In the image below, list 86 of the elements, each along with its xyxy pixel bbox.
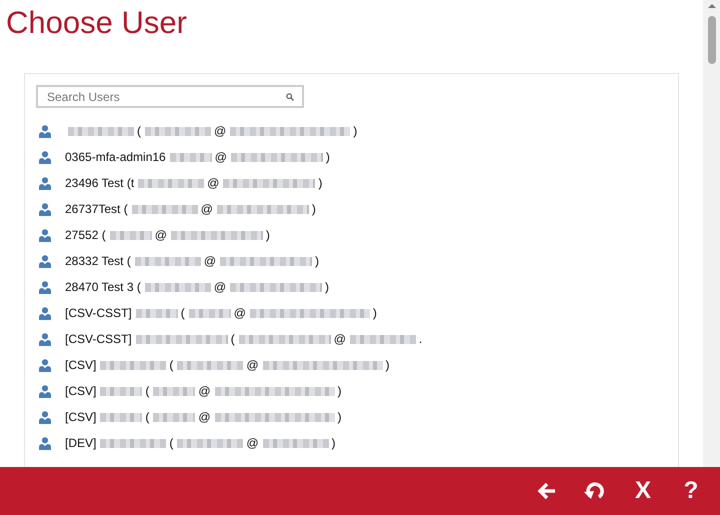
user-text[interactable]: 26737Test ( <box>65 202 128 216</box>
user-text[interactable]: ) <box>332 436 336 450</box>
user-text[interactable]: @ <box>198 384 211 398</box>
user-text[interactable]: @ <box>334 332 346 346</box>
user-text[interactable]: [CSV] <box>65 410 96 424</box>
user-icon <box>39 150 51 164</box>
user-text[interactable]: ( <box>145 410 150 424</box>
user-text[interactable]: @ <box>214 280 226 294</box>
undo-icon <box>583 481 607 501</box>
user-icon <box>39 358 51 372</box>
user-text[interactable]: @ <box>207 176 220 190</box>
user-text[interactable]: @ <box>234 306 246 320</box>
user-text[interactable]: @ <box>214 150 227 164</box>
user-text[interactable]: @ <box>154 228 167 242</box>
user-text[interactable]: ( <box>137 124 141 138</box>
user-text[interactable]: [CSV-CSST] <box>65 332 132 346</box>
redacted-text <box>100 386 142 396</box>
user-text[interactable]: @ <box>214 124 226 138</box>
user-text[interactable]: [DEV] <box>65 436 96 450</box>
redacted-text <box>153 412 196 422</box>
user-icon <box>39 228 51 242</box>
user-text[interactable]: . <box>418 332 422 346</box>
user-text[interactable]: 0365-mfa-admin16 <box>65 150 166 164</box>
back-arrow-icon <box>537 482 557 500</box>
user-text[interactable]: [CSV-CSST] <box>65 306 132 320</box>
redacted-text <box>188 308 231 318</box>
user-text[interactable]: @ <box>200 202 213 216</box>
page-title: Choose User <box>6 5 187 41</box>
redacted-text <box>177 438 244 448</box>
user-text[interactable]: ) <box>315 254 320 268</box>
user-text[interactable]: [CSV] <box>65 358 96 372</box>
user-text[interactable]: ) <box>338 384 342 398</box>
redacted-text <box>100 360 166 370</box>
user-icon <box>39 332 51 346</box>
redacted-text <box>100 438 166 448</box>
redacted-text <box>177 360 244 370</box>
user-icon <box>39 124 51 138</box>
footer-button[interactable]: X <box>626 474 660 508</box>
redacted-text <box>350 334 416 344</box>
redacted-text <box>170 152 212 162</box>
search-icon <box>286 93 294 101</box>
user-text[interactable]: ( <box>169 358 174 372</box>
user-icon <box>39 202 51 216</box>
user-text[interactable]: ) <box>338 410 342 424</box>
user-text[interactable]: ) <box>386 358 390 372</box>
user-text[interactable]: ) <box>312 202 316 216</box>
footer-button[interactable]: ? <box>674 474 708 508</box>
user-text[interactable]: [CSV] <box>65 384 96 398</box>
user-text[interactable]: 27552 ( <box>65 228 106 242</box>
redacted-text <box>132 204 198 214</box>
redacted-text <box>100 412 142 422</box>
user-text[interactable]: @ <box>204 254 216 268</box>
redacted-text <box>144 282 211 292</box>
user-text[interactable]: 28470 Test 3 ( <box>65 280 141 294</box>
user-icon <box>39 176 51 190</box>
redacted-text <box>134 256 201 266</box>
user-text[interactable]: 28332 Test ( <box>65 254 131 268</box>
scrollbar[interactable] <box>703 0 720 467</box>
user-icon <box>39 254 51 268</box>
user-icon <box>39 306 51 320</box>
user-icon <box>39 410 51 424</box>
user-text[interactable]: ( <box>230 332 235 346</box>
user-icon <box>39 384 51 398</box>
user-text[interactable]: ) <box>318 176 322 190</box>
user-text[interactable]: @ <box>246 436 259 450</box>
user-text[interactable]: ( <box>169 436 174 450</box>
user-text[interactable]: ) <box>266 228 270 242</box>
user-icon <box>39 436 51 450</box>
user-text[interactable]: ( <box>180 306 185 320</box>
redacted-text <box>262 438 329 448</box>
user-text[interactable]: ) <box>325 280 330 294</box>
redacted-text <box>68 126 134 136</box>
redacted-text <box>138 178 204 188</box>
redacted-text <box>136 308 178 318</box>
user-text[interactable]: @ <box>198 410 211 424</box>
user-text[interactable]: ) <box>353 124 358 138</box>
user-text[interactable]: ( <box>145 384 150 398</box>
user-icon <box>39 280 51 294</box>
user-text[interactable]: @ <box>246 358 259 372</box>
user-text[interactable]: ) <box>326 150 330 164</box>
user-text[interactable]: ) <box>372 306 377 320</box>
redacted-text <box>145 126 211 136</box>
redacted-text <box>110 230 152 240</box>
redacted-text <box>153 386 196 396</box>
search-field[interactable]: Search Users <box>36 85 304 108</box>
user-text[interactable]: 23496 Test (t <box>65 176 134 190</box>
